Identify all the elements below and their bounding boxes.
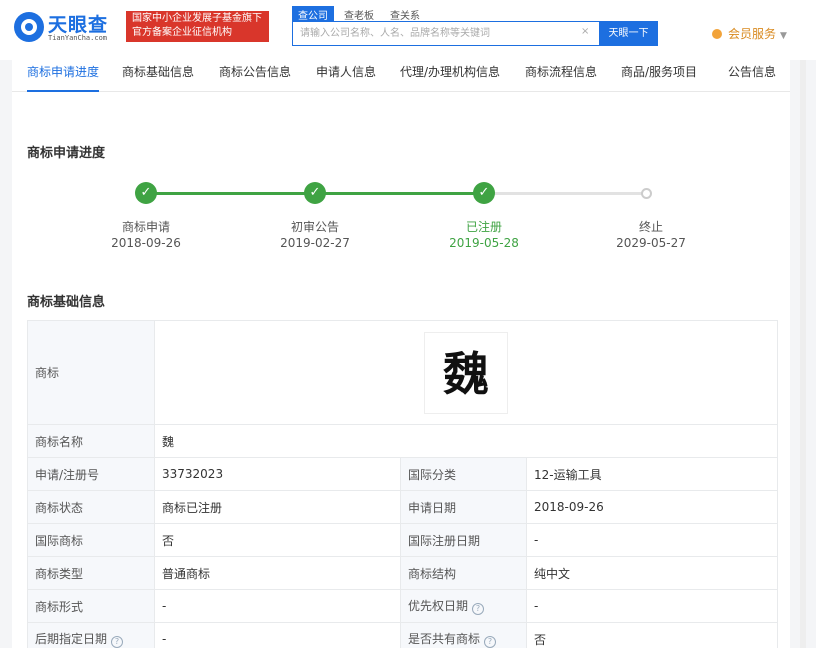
table-row: 商标 魏 — [27, 320, 778, 425]
step-label: 终止 — [638, 220, 663, 234]
table-value: 商标已注册 — [154, 490, 401, 524]
official-badge: 国家中小企业发展子基金旗下 官方备案企业征信机构 — [126, 11, 269, 42]
table-value: 魏 — [154, 424, 778, 458]
tianyancha-logo[interactable]: 天眼查 TianYanCha.com — [14, 10, 118, 44]
table-value: 纯中文 — [526, 556, 778, 590]
step-date: 2019-02-27 — [280, 236, 350, 250]
table-row: 商标状态 商标已注册 申请日期 2018-09-26 — [27, 490, 778, 524]
step-label: 商标申请 — [121, 220, 170, 234]
badge-line1: 国家中小企业发展子基金旗下 — [132, 13, 262, 24]
tab-agency-info[interactable]: 代理/办理机构信息 — [400, 60, 500, 92]
table-value: - — [154, 622, 401, 648]
basic-info-section-title: 商标基础信息 — [27, 295, 106, 310]
logo-text: 天眼查 — [48, 14, 109, 36]
tab-basic-info[interactable]: 商标基础信息 — [122, 60, 194, 92]
badge-line2: 官方备案企业征信机构 — [132, 27, 232, 38]
top-header: 天眼查 TianYanCha.com 国家中小企业发展子基金旗下 官方备案企业征… — [0, 0, 816, 60]
step-check-icon: ✓ — [304, 182, 326, 204]
table-value: 否 — [526, 622, 778, 648]
table-label-with-help: 后期指定日期? — [27, 622, 155, 648]
trademark-image-cell: 魏 — [154, 320, 778, 425]
table-label: 申请日期 — [400, 490, 527, 524]
table-label: 国际注册日期 — [400, 523, 527, 557]
table-row: 国际商标 否 国际注册日期 - — [27, 523, 778, 557]
table-label: 商标状态 — [27, 490, 155, 524]
table-value: - — [526, 589, 778, 623]
table-value: - — [154, 589, 401, 623]
table-row: 商标形式 - 优先权日期? - — [27, 589, 778, 623]
search-input[interactable] — [293, 22, 579, 45]
help-icon[interactable]: ? — [484, 636, 497, 648]
step-pending-icon — [641, 188, 652, 199]
search-tabs: 查公司 查老板 查关系 — [292, 6, 430, 22]
tab-goods-services[interactable]: 商品/服务项目 — [621, 60, 697, 92]
table-label: 国际商标 — [27, 523, 155, 557]
tab-application-progress[interactable]: 商标申请进度 — [27, 60, 100, 92]
tab-notice-info[interactable]: 公告信息 — [728, 60, 776, 92]
tab-search-boss[interactable]: 查老板 — [338, 6, 380, 22]
trademark-label: 商标 — [27, 320, 155, 425]
step-label: 初审公告 — [290, 220, 339, 234]
table-value: 2018-09-26 — [526, 490, 778, 524]
scrollbar[interactable] — [800, 60, 806, 648]
step-date: 2029-05-27 — [616, 236, 686, 250]
help-icon[interactable]: ? — [472, 603, 485, 615]
table-row: 商标类型 普通商标 商标结构 纯中文 — [27, 556, 778, 590]
chevron-down-icon: ▼ — [780, 31, 787, 41]
table-value: - — [526, 523, 778, 557]
table-row: 申请/注册号 33732023 国际分类 12-运输工具 — [27, 457, 778, 491]
application-progress: ✓ ✓ ✓ 商标申请 2018-09-26 初审公告 2019-02-27 已注… — [12, 180, 790, 260]
table-label: 优先权日期 — [408, 599, 469, 613]
search-button[interactable]: 天眼一下 — [599, 21, 658, 46]
tab-search-relation[interactable]: 查关系 — [384, 6, 426, 22]
search-box: × 天眼一下 — [292, 21, 658, 46]
tab-applicant-info[interactable]: 申请人信息 — [316, 60, 376, 92]
trademark-image[interactable]: 魏 — [424, 331, 508, 414]
main-content: 商标申请进度 ✓ ✓ ✓ 商标申请 2018-09-26 初审公告 2019-0… — [12, 92, 790, 648]
table-row: 后期指定日期? - 是否共有商标? 否 — [27, 622, 778, 648]
trademark-info-table: 商标 魏 商标名称 魏 申请/注册号 33732023 国际分类 12-运输工具… — [27, 320, 778, 648]
table-value: 12-运输工具 — [526, 457, 778, 491]
vip-service-menu[interactable]: 会员服务 ▼ — [712, 25, 787, 42]
table-label: 商标形式 — [27, 589, 155, 623]
table-label: 后期指定日期 — [35, 632, 108, 646]
progress-section-title: 商标申请进度 — [27, 146, 106, 161]
section-nav: 商标申请进度 商标基础信息 商标公告信息 申请人信息 代理/办理机构信息 商标流… — [12, 60, 790, 92]
step-check-icon: ✓ — [473, 182, 495, 204]
table-value: 普通商标 — [154, 556, 401, 590]
eye-logo-icon — [14, 12, 44, 42]
clear-icon[interactable]: × — [581, 26, 589, 37]
tab-process-info[interactable]: 商标流程信息 — [525, 60, 597, 92]
table-row: 商标名称 魏 — [27, 424, 778, 458]
help-icon[interactable]: ? — [111, 636, 124, 648]
table-value: 33732023 — [154, 457, 401, 491]
table-value: 否 — [154, 523, 401, 557]
vip-label: 会员服务 — [728, 27, 777, 41]
step-date-current: 2019-05-28 — [449, 236, 519, 250]
table-label: 商标名称 — [27, 424, 155, 458]
tab-search-company[interactable]: 查公司 — [292, 6, 334, 22]
step-check-icon: ✓ — [135, 182, 157, 204]
crown-icon — [712, 29, 722, 39]
table-label-with-help: 是否共有商标? — [400, 622, 527, 648]
table-label: 国际分类 — [400, 457, 527, 491]
table-label: 申请/注册号 — [27, 457, 155, 491]
progress-line-pending — [484, 192, 646, 195]
table-label-with-help: 优先权日期? — [400, 589, 527, 623]
step-label-current: 已注册 — [465, 220, 502, 234]
table-label: 商标结构 — [400, 556, 527, 590]
tab-announcement-info[interactable]: 商标公告信息 — [219, 60, 291, 92]
logo-domain: TianYanCha.com — [48, 34, 108, 42]
table-label: 商标类型 — [27, 556, 155, 590]
table-label: 是否共有商标 — [408, 632, 481, 646]
step-date: 2018-09-26 — [111, 236, 181, 250]
